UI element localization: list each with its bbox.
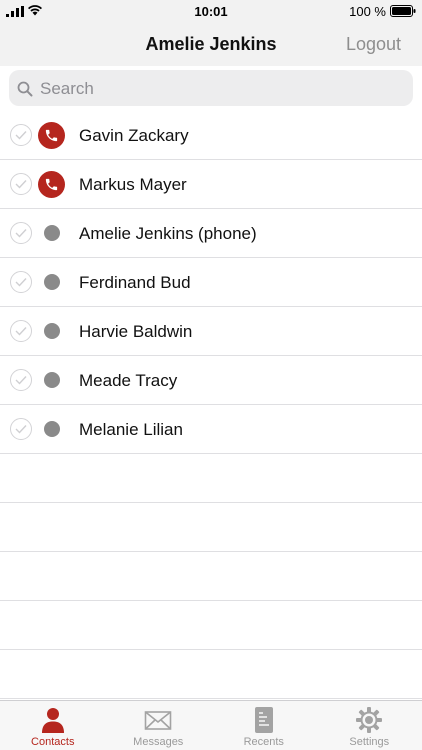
checkmark-icon xyxy=(15,229,27,238)
offline-status-dot xyxy=(44,274,60,290)
tab-settings[interactable]: Settings xyxy=(317,701,422,750)
select-checkbox[interactable] xyxy=(10,124,32,146)
tab-label: Recents xyxy=(243,736,284,748)
contact-name: Markus Mayer xyxy=(79,175,187,194)
empty-row xyxy=(0,650,422,699)
tab-recents[interactable]: Recents xyxy=(211,701,317,750)
empty-row xyxy=(0,552,422,601)
envelope-icon xyxy=(144,711,172,730)
contact-name: Gavin Zackary xyxy=(79,126,189,145)
offline-status-dot xyxy=(44,225,60,241)
navigation-bar: Amelie Jenkins Logout xyxy=(0,22,422,66)
contact-name: Harvie Baldwin xyxy=(79,322,193,341)
in-call-status xyxy=(38,171,65,198)
battery-percentage: 100 % xyxy=(349,4,386,19)
search-icon xyxy=(17,81,33,97)
contact-name: Melanie Lilian xyxy=(79,420,183,439)
person-icon xyxy=(41,708,64,733)
status-bar: 10:01 100 % xyxy=(0,0,422,22)
contact-row-harvie-baldwin[interactable]: Harvie Baldwin xyxy=(0,307,422,356)
search-bar[interactable] xyxy=(9,70,413,106)
search-area xyxy=(0,66,422,112)
offline-status-dot xyxy=(44,323,60,339)
tab-label: Contacts xyxy=(31,736,75,748)
tab-label: Settings xyxy=(349,736,390,748)
gear-icon xyxy=(356,707,383,733)
document-icon xyxy=(254,707,273,733)
select-checkbox[interactable] xyxy=(10,418,32,440)
phone-icon xyxy=(45,178,58,191)
contact-list: Gavin Zackary Markus Mayer Amelie Jenkin… xyxy=(0,111,422,699)
select-checkbox[interactable] xyxy=(10,271,32,293)
logout-button[interactable]: Logout xyxy=(346,34,401,55)
checkmark-icon xyxy=(15,327,27,336)
checkmark-icon xyxy=(15,180,27,189)
tab-bar: Contacts Messages Recents Settings xyxy=(0,700,422,750)
contact-row-amelie-jenkins-phone[interactable]: Amelie Jenkins (phone) xyxy=(0,209,422,258)
empty-row xyxy=(0,503,422,552)
tab-messages[interactable]: Messages xyxy=(106,701,212,750)
checkmark-icon xyxy=(15,425,27,434)
select-checkbox[interactable] xyxy=(10,173,32,195)
offline-status-dot xyxy=(44,372,60,388)
contact-row-ferdinand-bud[interactable]: Ferdinand Bud xyxy=(0,258,422,307)
empty-row xyxy=(0,454,422,503)
contact-name: Amelie Jenkins (phone) xyxy=(79,224,257,243)
contact-name: Ferdinand Bud xyxy=(79,273,191,292)
phone-icon xyxy=(45,129,58,142)
contact-name: Meade Tracy xyxy=(79,371,178,390)
contact-row-melanie-lilian[interactable]: Melanie Lilian xyxy=(0,405,422,454)
checkmark-icon xyxy=(15,278,27,287)
in-call-status xyxy=(38,122,65,149)
checkmark-icon xyxy=(15,131,27,140)
contact-row-gavin-zackary[interactable]: Gavin Zackary xyxy=(0,111,422,160)
select-checkbox[interactable] xyxy=(10,320,32,342)
tab-contacts[interactable]: Contacts xyxy=(0,701,106,750)
search-input[interactable] xyxy=(38,76,402,102)
battery-icon xyxy=(390,5,416,17)
select-checkbox[interactable] xyxy=(10,222,32,244)
checkmark-icon xyxy=(15,376,27,385)
contact-row-meade-tracy[interactable]: Meade Tracy xyxy=(0,356,422,405)
empty-row xyxy=(0,601,422,650)
tab-label: Messages xyxy=(133,736,184,748)
contact-row-markus-mayer[interactable]: Markus Mayer xyxy=(0,160,422,209)
select-checkbox[interactable] xyxy=(10,369,32,391)
offline-status-dot xyxy=(44,421,60,437)
